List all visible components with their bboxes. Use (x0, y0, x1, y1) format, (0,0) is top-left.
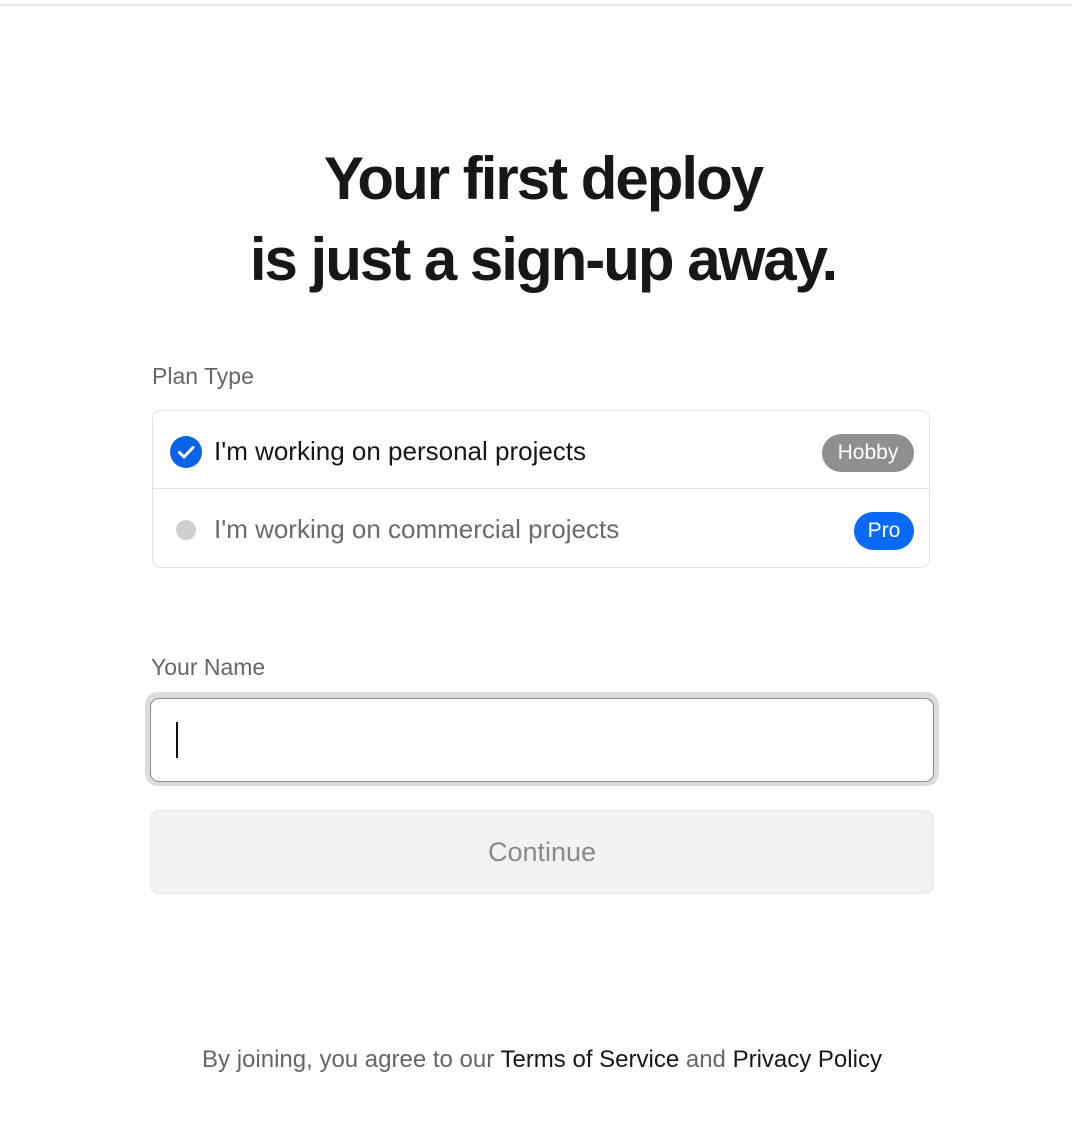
continue-button[interactable]: Continue (150, 810, 934, 894)
name-input[interactable] (150, 698, 934, 782)
page-title-line-2: is just a sign-up away. (249, 226, 838, 293)
plan-option-hobby[interactable]: I'm working on personal projects Hobby (153, 411, 929, 489)
your-name-label: Your Name (151, 654, 266, 680)
plan-option-pro-label: I'm working on commercial projects (214, 514, 620, 544)
legal-prefix: By joining, you agree to our (202, 1046, 501, 1073)
plan-option-pro[interactable]: I'm working on commercial projects Pro (153, 490, 929, 567)
plan-type-label: Plan Type (152, 363, 254, 389)
page-title-line-1: Your first deploy (323, 145, 764, 212)
unchecked-radio-icon[interactable] (176, 520, 196, 540)
signup-page: Your first deploy is just a sign-up away… (0, 0, 1072, 1140)
pro-badge: Pro (854, 512, 914, 550)
top-divider (0, 4, 1072, 6)
hobby-badge: Hobby (822, 434, 914, 472)
terms-of-service-link[interactable]: Terms of Service (500, 1046, 679, 1073)
legal-conjunction: and (679, 1046, 733, 1073)
plan-option-hobby-label: I'm working on personal projects (214, 436, 587, 466)
privacy-policy-link[interactable]: Privacy Policy (733, 1046, 882, 1073)
page-title: Your first deploy is just a sign-up away… (0, 138, 1072, 300)
text-caret (176, 722, 178, 758)
plan-type-radio-group: I'm working on personal projects Hobby I… (152, 410, 930, 568)
checked-radio-icon[interactable] (170, 436, 202, 468)
legal-notice: By joining, you agree to our Terms of Se… (0, 1045, 1072, 1075)
